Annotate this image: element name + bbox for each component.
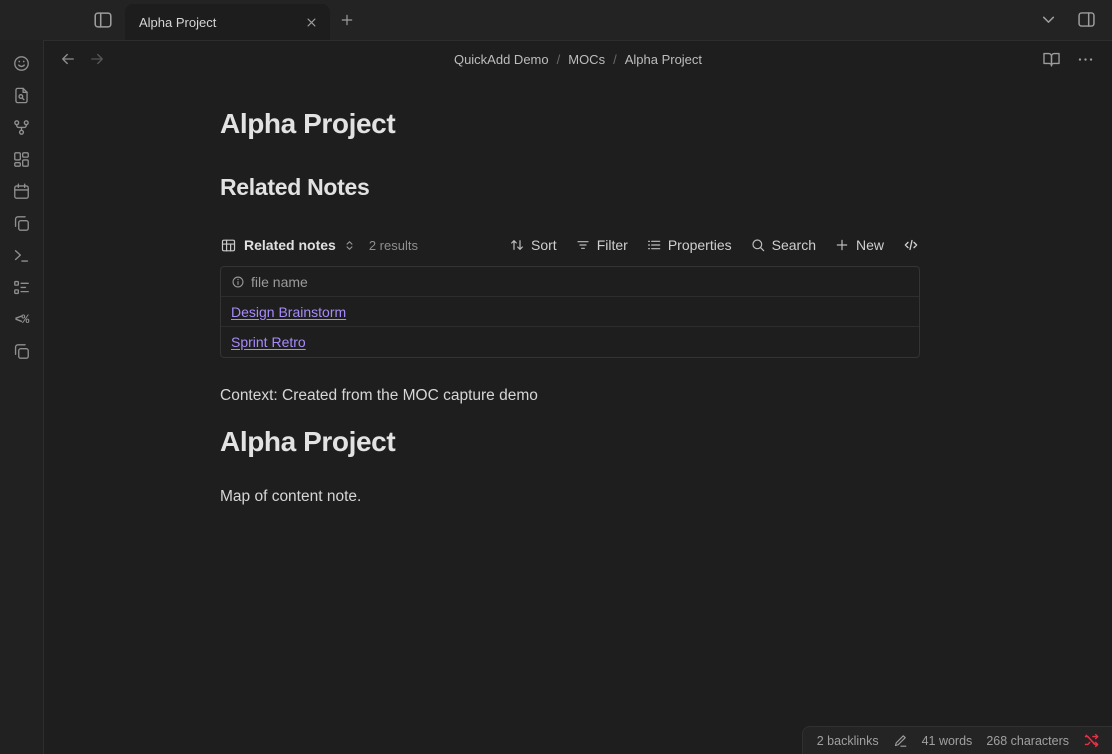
filter-lines-icon [575, 237, 591, 253]
backlinks-count[interactable]: 2 backlinks [817, 734, 879, 748]
filter-button[interactable]: Filter [575, 237, 628, 253]
smile-icon[interactable] [8, 47, 36, 79]
status-bar: 2 backlinks 41 words 268 characters [802, 726, 1112, 754]
properties-button[interactable]: Properties [646, 237, 732, 253]
bases-embed: Related notes 2 results Sort [220, 234, 920, 358]
properties-list-icon [646, 237, 662, 253]
table-row: Design Brainstorm [221, 297, 919, 327]
nav-arrows [59, 50, 106, 68]
graph-view-icon[interactable] [8, 111, 36, 143]
note-content: Alpha Project Related Notes Related note… [220, 77, 920, 506]
new-tab-icon[interactable] [339, 12, 355, 28]
more-options-icon[interactable] [1076, 50, 1095, 69]
info-circle-icon [231, 275, 245, 289]
embedded-note-title: Alpha Project [220, 426, 920, 458]
templater-icon[interactable]: <% [8, 303, 36, 335]
markdown-editor[interactable]: Alpha Project Related Notes Related note… [44, 77, 1112, 754]
table-icon [220, 237, 237, 254]
list-details-icon[interactable] [8, 271, 36, 303]
left-ribbon: <% [0, 40, 44, 754]
files-2-icon[interactable] [8, 335, 36, 367]
toggle-right-sidebar-icon[interactable] [1076, 9, 1097, 30]
view-name: Related notes [244, 237, 336, 253]
edit-pencil-icon[interactable] [893, 733, 908, 748]
column-header-file-name[interactable]: file name [221, 267, 919, 297]
sync-error-icon[interactable] [1083, 732, 1100, 749]
titlebar: Alpha Project [0, 0, 1112, 40]
note-link-design-brainstorm[interactable]: Design Brainstorm [231, 304, 346, 320]
results-count: 2 results [369, 238, 418, 253]
calendar-icon[interactable] [8, 175, 36, 207]
tab-alpha-project[interactable]: Alpha Project [125, 4, 330, 40]
bases-table: file name Design Brainstorm Sprint Retro [220, 266, 920, 358]
plus-icon [834, 237, 850, 253]
file-search-icon[interactable] [8, 79, 36, 111]
embedded-note-paragraph: Map of content note. [220, 488, 920, 506]
breadcrumb: QuickAdd Demo / MOCs / Alpha Project [454, 52, 702, 67]
bases-toolbar: Related notes 2 results Sort [220, 234, 920, 256]
bases-toolbar-actions: Sort Filter Properties [509, 236, 920, 254]
view-header-actions [1042, 50, 1095, 69]
titlebar-right-controls [1038, 9, 1097, 30]
view-header: QuickAdd Demo / MOCs / Alpha Project [44, 41, 1112, 77]
navigate-back-icon[interactable] [59, 50, 77, 68]
search-icon [750, 237, 766, 253]
word-count[interactable]: 41 words [922, 734, 973, 748]
breadcrumb-note[interactable]: Alpha Project [625, 52, 702, 67]
sort-arrows-icon [509, 237, 525, 253]
tab-title: Alpha Project [139, 15, 304, 30]
layout-dashboard-icon[interactable] [8, 143, 36, 175]
tab-list-chevron-icon[interactable] [1038, 9, 1059, 30]
terminal-icon[interactable] [8, 239, 36, 271]
workspace-leaf: QuickAdd Demo / MOCs / Alpha Project [44, 40, 1112, 754]
obsidian-window: Alpha Project [0, 0, 1112, 754]
workspace-body: <% QuickAdd Demo / [0, 40, 1112, 754]
table-row: Sprint Retro [221, 327, 919, 357]
files-icon[interactable] [8, 207, 36, 239]
view-selector[interactable]: Related notes [220, 237, 356, 254]
character-count[interactable]: 268 characters [986, 734, 1069, 748]
breadcrumb-separator: / [613, 52, 617, 67]
note-link-sprint-retro[interactable]: Sprint Retro [231, 334, 306, 350]
sort-button[interactable]: Sort [509, 237, 557, 253]
new-entry-button[interactable]: New [834, 237, 884, 253]
section-heading: Related Notes [220, 174, 920, 201]
reading-mode-book-icon[interactable] [1042, 50, 1061, 69]
context-paragraph: Context: Created from the MOC capture de… [220, 387, 920, 405]
breadcrumb-vault[interactable]: QuickAdd Demo [454, 52, 549, 67]
chevrons-up-down-icon [343, 239, 356, 252]
toggle-left-sidebar-icon[interactable] [92, 9, 114, 31]
breadcrumb-separator: / [557, 52, 561, 67]
breadcrumb-folder[interactable]: MOCs [568, 52, 605, 67]
note-title: Alpha Project [220, 108, 920, 140]
navigate-forward-icon[interactable] [88, 50, 106, 68]
tab-close-icon[interactable] [304, 15, 319, 30]
code-view-icon[interactable] [902, 236, 920, 254]
search-button[interactable]: Search [750, 237, 816, 253]
